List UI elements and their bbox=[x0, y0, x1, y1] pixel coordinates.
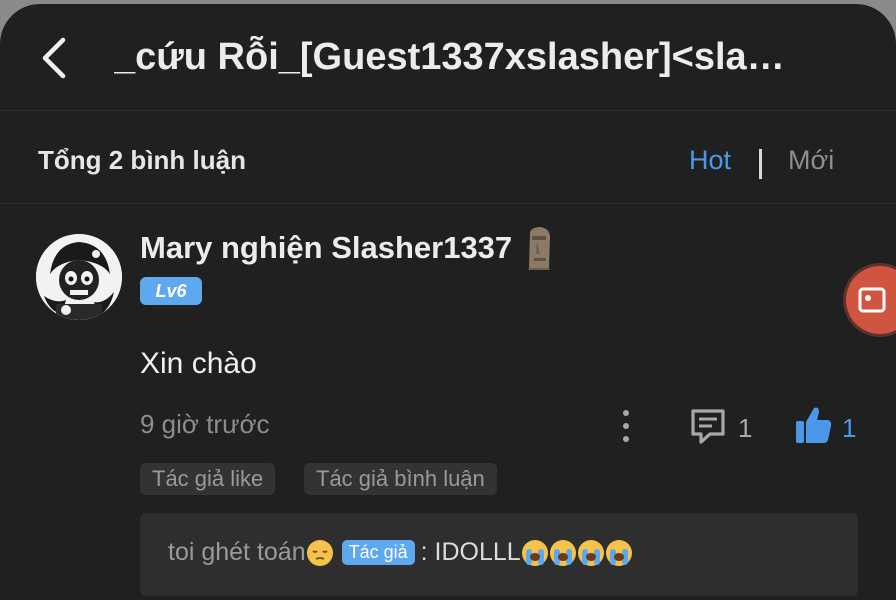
more-dot bbox=[623, 436, 629, 442]
comment-time: 9 giờ trước bbox=[140, 409, 270, 439]
sort-new-tab[interactable]: Mới bbox=[788, 145, 834, 176]
thumbs-up-icon bbox=[796, 407, 832, 443]
crying-face-icon bbox=[521, 539, 548, 566]
crying-face-icon bbox=[577, 539, 604, 566]
moai-emoji-icon bbox=[528, 227, 550, 270]
crying-face-icon bbox=[605, 539, 632, 566]
author-badge: Tác giả bbox=[341, 540, 415, 565]
reply-line: toi ghét toán Tác giả : IDOLLL bbox=[168, 538, 633, 567]
comments-panel: _cứu Rỗi_[Guest1337xslasher]<slasher x T… bbox=[0, 4, 896, 600]
header: _cứu Rỗi_[Guest1337xslasher]<slasher x bbox=[0, 4, 896, 111]
sort-divider bbox=[759, 149, 762, 179]
reply-count: 1 bbox=[738, 413, 753, 443]
comment-count: Tổng 2 bình luận bbox=[38, 145, 246, 175]
reply-text: : IDOLLL bbox=[420, 538, 521, 566]
page-title: _cứu Rỗi_[Guest1337xslasher]<slasher x bbox=[114, 36, 794, 78]
avatar-image bbox=[36, 234, 122, 320]
like-count: 1 bbox=[842, 413, 857, 443]
reply-preview[interactable]: toi ghét toán Tác giả : IDOLLL bbox=[140, 513, 858, 596]
author-liked-tag: Tác giả like bbox=[140, 463, 276, 495]
comment-username[interactable]: Mary nghiện Slasher1337 bbox=[140, 230, 512, 266]
more-dot bbox=[623, 410, 629, 416]
comment-text: Xin chào bbox=[140, 347, 257, 380]
more-options-button[interactable] bbox=[614, 408, 638, 444]
reply-username[interactable]: toi ghét toán bbox=[168, 538, 306, 567]
level-badge: Lv6 bbox=[140, 277, 202, 305]
pensive-face-icon bbox=[306, 539, 333, 566]
sort-hot-tab[interactable]: Hot bbox=[689, 145, 731, 176]
crying-face-icon bbox=[549, 539, 576, 566]
avatar[interactable] bbox=[36, 234, 122, 320]
comment-bubble-icon bbox=[691, 409, 725, 444]
comment-item: Mary nghiện Slasher1337 Lv6 Xin chào 9 g… bbox=[0, 204, 896, 600]
more-dot bbox=[623, 423, 629, 429]
reply-button[interactable]: 1 bbox=[688, 406, 758, 448]
back-button[interactable] bbox=[30, 32, 78, 84]
author-commented-tag: Tác giả bình luận bbox=[304, 463, 497, 495]
video-call-icon bbox=[858, 287, 886, 313]
like-button[interactable]: 1 bbox=[794, 404, 864, 448]
chevron-left-icon bbox=[42, 37, 66, 79]
comments-bar: Tổng 2 bình luận Hot Mới bbox=[0, 111, 896, 204]
